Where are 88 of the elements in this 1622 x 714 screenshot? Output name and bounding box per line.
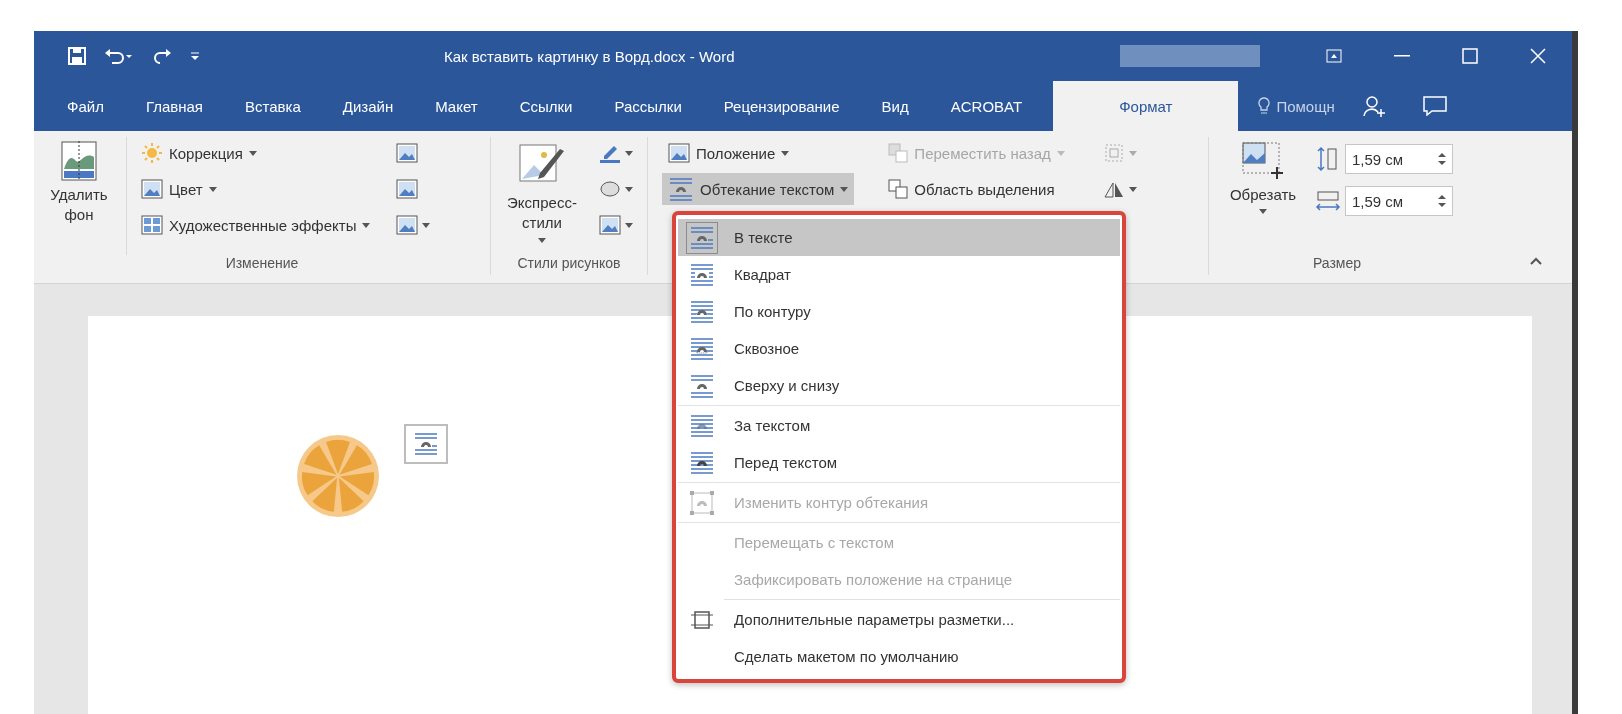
eraser-shape-icon <box>599 180 621 198</box>
menu-item[interactable]: За текстом <box>678 407 1120 444</box>
dropdown-caret-icon <box>208 186 217 192</box>
group-objects-icon <box>1102 142 1125 164</box>
dropdown-caret-icon <box>422 222 431 228</box>
layout-options-button[interactable] <box>404 424 448 464</box>
dropdown-caret-icon <box>625 222 633 228</box>
redo-icon[interactable] <box>152 47 172 65</box>
ribbon-tab[interactable]: Макет <box>414 81 499 131</box>
wrap-inline-icon <box>689 224 715 251</box>
ribbon-tab[interactable]: Вставка <box>224 81 322 131</box>
undo-icon[interactable] <box>104 47 134 65</box>
dropdown-caret-icon <box>840 186 849 192</box>
remove-background-button[interactable]: Удалить фон <box>40 137 118 255</box>
position-icon <box>668 143 690 163</box>
crop-icon <box>1241 141 1285 181</box>
menu-item[interactable]: Сверху и снизу <box>678 367 1120 404</box>
wrap-top-bottom-icon <box>668 176 694 202</box>
dropdown-caret-icon <box>1259 209 1267 215</box>
dropdown-caret-icon <box>1056 150 1065 156</box>
wrap-top-bottom-icon <box>689 372 715 399</box>
menu-item[interactable]: Сделать макетом по умолчанию <box>678 638 1120 675</box>
ribbon-tab[interactable]: Формат <box>1053 81 1239 131</box>
menu-item[interactable]: Перед текстом <box>678 444 1120 481</box>
dropdown-caret-icon <box>1128 150 1137 156</box>
group-label: Стили рисунков <box>517 255 621 273</box>
artistic-effects-icon <box>141 215 163 235</box>
dropdown-caret-icon <box>781 150 790 156</box>
wrap-square-icon <box>689 261 715 288</box>
wrap-inline-icon <box>413 431 439 457</box>
reset-picture-icon <box>396 215 419 235</box>
dropdown-caret-icon <box>625 186 633 192</box>
layers-icon <box>888 143 909 163</box>
ribbon-command[interactable]: Область выделения <box>882 173 1071 205</box>
height-field[interactable]: 1,59 см <box>1345 144 1453 174</box>
dropdown-caret-icon <box>538 237 546 243</box>
remove-background-icon <box>61 141 97 181</box>
ribbon-display-icon[interactable] <box>1326 49 1342 63</box>
dropdown-caret-icon <box>625 150 633 156</box>
comment-icon[interactable] <box>1422 96 1447 116</box>
menu-item[interactable]: Сквозное <box>678 330 1120 367</box>
wrap-in-front-icon <box>689 449 715 476</box>
dropdown-caret-icon <box>248 150 257 156</box>
ribbon-tab[interactable]: Главная <box>124 81 224 131</box>
lightbulb-icon <box>1258 97 1271 115</box>
ribbon-tab[interactable]: Рассылки <box>593 81 703 131</box>
ribbon-tab[interactable]: Рецензирование <box>702 81 861 131</box>
menu-item[interactable]: В тексте <box>678 219 1120 256</box>
maximize-icon[interactable] <box>1462 48 1478 64</box>
ribbon-tab[interactable]: Дизайн <box>321 81 415 131</box>
crop-button[interactable]: Обрезать <box>1221 137 1305 255</box>
wrap-tight-icon <box>689 298 715 325</box>
menu-item[interactable]: Квадрат <box>678 256 1120 293</box>
spinner-arrows-icon[interactable] <box>1438 193 1446 209</box>
menu-item[interactable]: Дополнительные параметры разметки... <box>678 601 1120 638</box>
ribbon-command[interactable]: Художественные эффекты <box>135 209 377 241</box>
sun-icon <box>141 142 163 164</box>
ribbon-command[interactable]: Коррекция <box>135 137 377 169</box>
ribbon-tab[interactable]: Файл <box>46 81 125 131</box>
dropdown-caret-icon <box>362 222 371 228</box>
group-label: Изменение <box>225 255 299 273</box>
change-picture-icon <box>396 179 419 199</box>
width-field[interactable]: 1,59 см <box>1345 186 1453 216</box>
ribbon-tab[interactable]: ACROBAT <box>929 81 1044 131</box>
customize-toolbar-icon[interactable] <box>190 51 200 61</box>
ribbon-tab[interactable]: Ссылки <box>498 81 594 131</box>
edit-wrap-points-icon <box>689 489 715 516</box>
ribbon-command[interactable]: Обтекание текстом <box>662 173 855 205</box>
menu-item[interactable]: По контуру <box>678 293 1120 330</box>
picture-color-icon <box>141 179 163 199</box>
collapse-ribbon-icon[interactable] <box>1530 257 1542 265</box>
help-search[interactable]: Помощн <box>1238 81 1349 131</box>
dropdown-caret-icon <box>1128 186 1137 192</box>
layers-icon <box>888 179 909 199</box>
window-title: Как вставить картинку в Ворд.docx - Word <box>444 47 736 65</box>
compress-picture-icon <box>396 143 419 163</box>
ribbon-tab[interactable]: Вид <box>860 81 930 131</box>
picture-layout-icon <box>599 215 621 235</box>
wrap-through-icon <box>689 335 715 362</box>
ribbon-command[interactable]: Положение <box>662 137 855 169</box>
close-icon[interactable] <box>1530 48 1546 64</box>
save-icon[interactable] <box>68 47 86 65</box>
quick-styles-button[interactable]: Экспресс-стили <box>497 137 587 255</box>
ribbon-command[interactable]: Цвет <box>135 173 377 205</box>
group-label: Размер <box>1312 255 1362 273</box>
share-person-icon[interactable] <box>1362 95 1387 117</box>
spinner-arrows-icon[interactable] <box>1438 151 1446 167</box>
wrap-behind-text-icon <box>689 412 715 439</box>
